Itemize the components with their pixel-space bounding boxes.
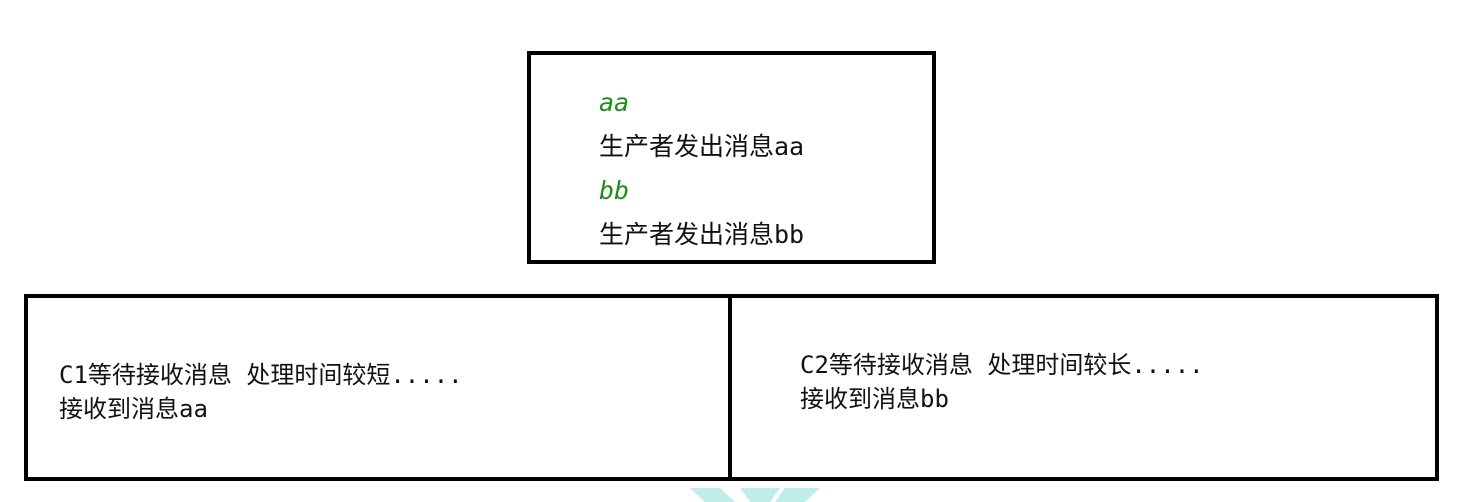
producer-message-aa: aa xyxy=(599,88,630,117)
consumer-c2-status: C2等待接收消息 处理时间较长..... xyxy=(800,351,1204,379)
producer-box: aa 生产者发出消息aa bb 生产者发出消息bb xyxy=(527,51,936,264)
watermark-logo-icon xyxy=(690,488,820,502)
consumers-box: C1等待接收消息 处理时间较短..... 接收到消息aa C2等待接收消息 处理… xyxy=(24,294,1439,481)
producer-message-bb: bb xyxy=(599,176,630,205)
producer-content: aa 生产者发出消息aa bb 生产者发出消息bb xyxy=(599,81,804,257)
consumer-c1: C1等待接收消息 处理时间较短..... 接收到消息aa xyxy=(59,358,463,426)
producer-log-bb: 生产者发出消息bb xyxy=(599,220,805,249)
consumer-c2-received: 接收到消息bb xyxy=(800,385,949,413)
consumer-divider xyxy=(728,298,732,477)
consumer-c1-received: 接收到消息aa xyxy=(59,395,208,423)
consumer-c1-status: C1等待接收消息 处理时间较短..... xyxy=(59,361,463,389)
consumer-c2: C2等待接收消息 处理时间较长..... 接收到消息bb xyxy=(800,348,1204,416)
producer-log-aa: 生产者发出消息aa xyxy=(599,132,805,161)
